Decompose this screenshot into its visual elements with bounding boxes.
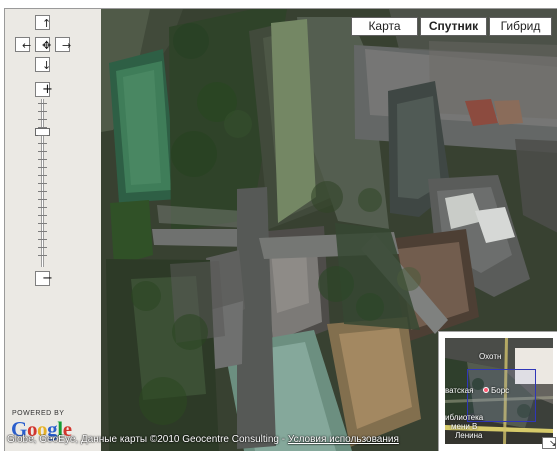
pan-center-button[interactable]: ✥ [35,37,52,52]
zoom-tick [38,247,47,248]
map-copyright: Globe, GeoEye, Данные карты ©2010 Geocen… [5,434,437,446]
arrow-up-icon: ↑ [42,17,52,30]
pan-down-button[interactable]: ↓ [35,57,52,72]
zoom-in-button[interactable]: + [35,82,53,97]
zoom-tick [38,199,47,200]
map-type-hybrid-button[interactable]: Гибрид [489,17,552,36]
zoom-tick [38,255,47,256]
zoom-out-button[interactable]: − [35,271,53,286]
zoom-tick [38,119,47,120]
zoom-tick [38,191,47,192]
zoom-tick [38,223,47,224]
overview-collapse-button[interactable]: ↘ [542,437,557,449]
zoom-tick [38,111,47,112]
zoom-tick [38,239,47,240]
overview-label-vatskaya: ватская [445,386,474,395]
zoom-tick [38,135,47,136]
overview-label-bors: Борс [491,386,510,395]
overview-label-library: иблиотека [445,413,484,422]
zoom-tick [38,143,47,144]
zoom-tick [38,127,47,128]
overview-label-lenina: Ленина [455,431,483,440]
overview-collapse-icon: ↘ [549,439,557,449]
zoom-tick [38,103,47,104]
zoom-tick [38,167,47,168]
overview-map-view[interactable]: Охотн ватская Борс иблиотека мени В Лени… [445,338,553,444]
map-frame[interactable]: ↑ ← ✥ → ↓ + − Карта Спутник Гибрид POWER… [4,8,557,451]
map-type-map-button[interactable]: Карта [351,17,418,36]
zoom-slider[interactable] [35,99,50,267]
terms-of-use-link[interactable]: Условия использования [288,434,399,445]
overview-label-okhotny: Охотн [479,352,502,361]
arrow-right-icon: → [62,39,72,52]
zoom-tick [38,207,47,208]
minus-icon: − [42,271,53,286]
zoom-tick [38,215,47,216]
arrow-down-icon: ↓ [42,59,52,72]
pan-right-button[interactable]: → [55,37,72,52]
zoom-tick [38,231,47,232]
plus-icon: + [42,82,53,97]
pan-up-button[interactable]: ↑ [35,15,52,30]
overview-label-imeni: мени В [451,422,478,431]
control-panel-background [5,9,101,451]
zoom-tick [38,175,47,176]
metro-station-icon [483,387,489,393]
map-type-switcher: Карта Спутник Гибрид [351,17,552,36]
map-type-satellite-button[interactable]: Спутник [420,17,487,36]
zoom-tick [38,159,47,160]
move-center-icon: ✥ [42,39,52,52]
zoom-tick [38,183,47,184]
overview-map[interactable]: Охотн ватская Борс иблиотека мени В Лени… [438,331,557,451]
copyright-text: Globe, GeoEye, Данные карты ©2010 Geocen… [7,434,288,445]
zoom-tick [38,151,47,152]
pan-left-button[interactable]: ← [15,37,32,52]
arrow-left-icon: ← [22,39,32,52]
